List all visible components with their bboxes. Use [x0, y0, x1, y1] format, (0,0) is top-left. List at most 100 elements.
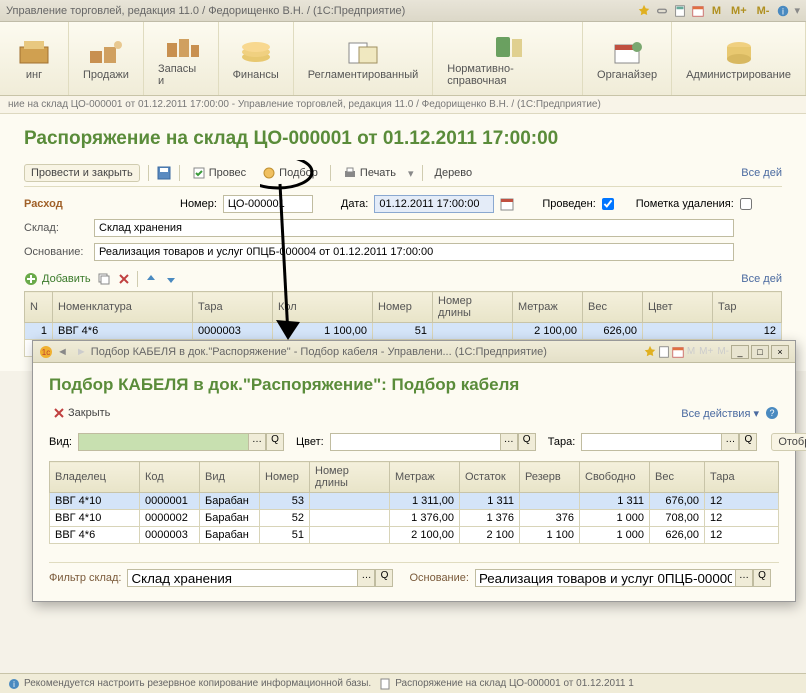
print-button[interactable]: Печать [339, 164, 400, 182]
tara-lookup[interactable]: … Q [581, 433, 757, 451]
popup-titlebar[interactable]: 1c ◄ ► Подбор КАБЕЛЯ в док."Распоряжение… [33, 341, 795, 363]
col-tara[interactable]: Тара [193, 292, 273, 323]
podbor-button[interactable]: Подбор [258, 164, 322, 182]
color-clear-icon[interactable]: … [500, 433, 518, 451]
run-button[interactable]: Провес [188, 164, 250, 182]
col-nomer[interactable]: Номер [373, 292, 433, 323]
popup-nav-fwd-icon[interactable]: ► [72, 346, 91, 358]
maximize-button[interactable]: □ [751, 345, 769, 359]
color-input[interactable] [330, 433, 500, 451]
filter-sklad-input[interactable] [127, 569, 357, 587]
delmark-checkbox[interactable] [740, 198, 752, 210]
m-minus-button[interactable]: M- [754, 5, 773, 17]
col-ves[interactable]: Вес [583, 292, 643, 323]
popup-basis-input[interactable] [475, 569, 735, 587]
dropdown-arrow-icon[interactable]: ▾ [794, 4, 800, 17]
status-doc[interactable]: Распоряжение на склад ЦО-000001 от 01.12… [379, 678, 634, 690]
tb-stock[interactable]: Запасы и [144, 22, 219, 95]
calendar-icon[interactable] [671, 345, 685, 359]
m-button[interactable]: M [685, 346, 697, 357]
help-icon[interactable]: ? [765, 406, 779, 420]
pcol-metraj[interactable]: Метраж [390, 462, 460, 493]
move-down-icon[interactable] [164, 272, 178, 286]
posted-checkbox[interactable] [602, 198, 614, 210]
table-row[interactable]: ВВГ 4*100000002Барабан521 376,001 376376… [50, 510, 779, 527]
move-up-icon[interactable] [144, 272, 158, 286]
all-actions-link[interactable]: Все действия ▾ [681, 407, 759, 420]
tb-ing[interactable]: инг [0, 22, 69, 95]
copy-icon[interactable] [97, 272, 111, 286]
tb-regulated[interactable]: Регламентированный [294, 22, 434, 95]
col-color[interactable]: Цвет [643, 292, 713, 323]
table-row[interactable]: ВВГ 4*100000001Барабан531 311,001 3111 3… [50, 493, 779, 510]
tb-reference[interactable]: Нормативно-справочная [433, 22, 583, 95]
pcol-vid[interactable]: Вид [200, 462, 260, 493]
fsklad-select-icon[interactable]: Q [375, 569, 393, 587]
vid-select-icon[interactable]: Q [266, 433, 284, 451]
minimize-button[interactable]: _ [731, 345, 749, 359]
m-minus-button[interactable]: M- [715, 346, 731, 357]
popup-table[interactable]: Владелец Код Вид Номер Номер длины Метра… [49, 461, 779, 544]
tara-input[interactable] [581, 433, 721, 451]
vid-clear-icon[interactable]: … [248, 433, 266, 451]
tara-select-icon[interactable]: Q [739, 433, 757, 451]
color-select-icon[interactable]: Q [518, 433, 536, 451]
m-plus-button[interactable]: M+ [697, 346, 715, 357]
close-window-button[interactable]: × [771, 345, 789, 359]
pcol-free[interactable]: Свободно [580, 462, 650, 493]
popup-basis-lookup[interactable]: … Q [475, 569, 771, 587]
calendar-picker-icon[interactable] [500, 197, 514, 211]
save-icon[interactable] [157, 166, 171, 180]
tb-sales[interactable]: Продажи [69, 22, 144, 95]
col-nomerlen[interactable]: Номер длины [433, 292, 513, 323]
calc-icon[interactable] [673, 4, 687, 18]
run-close-button[interactable]: Провести и закрыть [24, 164, 140, 182]
link-icon[interactable] [655, 4, 669, 18]
vid-lookup[interactable]: … Q [78, 433, 284, 451]
pcol-code[interactable]: Код [140, 462, 200, 493]
col-kol[interactable]: Кол [273, 292, 373, 323]
sklad-field[interactable] [94, 219, 734, 237]
close-button[interactable]: Закрыть [49, 405, 114, 421]
pcol-ves[interactable]: Вес [650, 462, 705, 493]
all-actions-link[interactable]: Все дей [741, 167, 782, 179]
tree-button[interactable]: Дерево [431, 165, 477, 181]
col-metraj[interactable]: Метраж [513, 292, 583, 323]
basis-select-icon[interactable]: Q [753, 569, 771, 587]
calendar-icon[interactable] [691, 4, 705, 18]
number-field[interactable] [223, 195, 313, 213]
table-row[interactable]: 1 ВВГ 4*6 0000003 1 100,00 51 2 100,00 6… [25, 323, 782, 340]
filter-button[interactable]: Отобрать [771, 433, 806, 451]
print-dropdown-icon[interactable]: ▾ [408, 167, 414, 180]
pcol-nomer[interactable]: Номер [260, 462, 310, 493]
tb-organizer[interactable]: Органайзер [583, 22, 672, 95]
m-plus-button[interactable]: M+ [728, 5, 750, 17]
pcol-tara[interactable]: Тара [705, 462, 779, 493]
basis-clear-icon[interactable]: … [735, 569, 753, 587]
filter-sklad-lookup[interactable]: … Q [127, 569, 393, 587]
col-n[interactable]: N [25, 292, 53, 323]
fsklad-clear-icon[interactable]: … [357, 569, 375, 587]
m-button[interactable]: M [709, 5, 724, 17]
date-field[interactable] [374, 195, 494, 213]
star-icon[interactable] [637, 4, 651, 18]
vid-input[interactable] [78, 433, 248, 451]
info-icon[interactable]: i [776, 4, 790, 18]
pcol-nlen[interactable]: Номер длины [310, 462, 390, 493]
col-nom[interactable]: Номенклатура [53, 292, 193, 323]
col-tar[interactable]: Тар [713, 292, 782, 323]
pcol-res[interactable]: Резерв [520, 462, 580, 493]
tb-admin[interactable]: Администрирование [672, 22, 806, 95]
pcol-owner[interactable]: Владелец [50, 462, 140, 493]
basis-field[interactable] [94, 243, 734, 261]
color-lookup[interactable]: … Q [330, 433, 536, 451]
delete-icon[interactable] [117, 272, 131, 286]
all-actions-link[interactable]: Все дей [741, 273, 782, 285]
add-button[interactable]: Добавить [24, 272, 91, 286]
tara-clear-icon[interactable]: … [721, 433, 739, 451]
star-icon[interactable] [643, 345, 657, 359]
status-backup[interactable]: i Рекомендуется настроить резервное копи… [8, 678, 371, 690]
pcol-ost[interactable]: Остаток [460, 462, 520, 493]
popup-nav-back-icon[interactable]: ◄ [53, 346, 72, 358]
calc-icon[interactable] [657, 345, 671, 359]
